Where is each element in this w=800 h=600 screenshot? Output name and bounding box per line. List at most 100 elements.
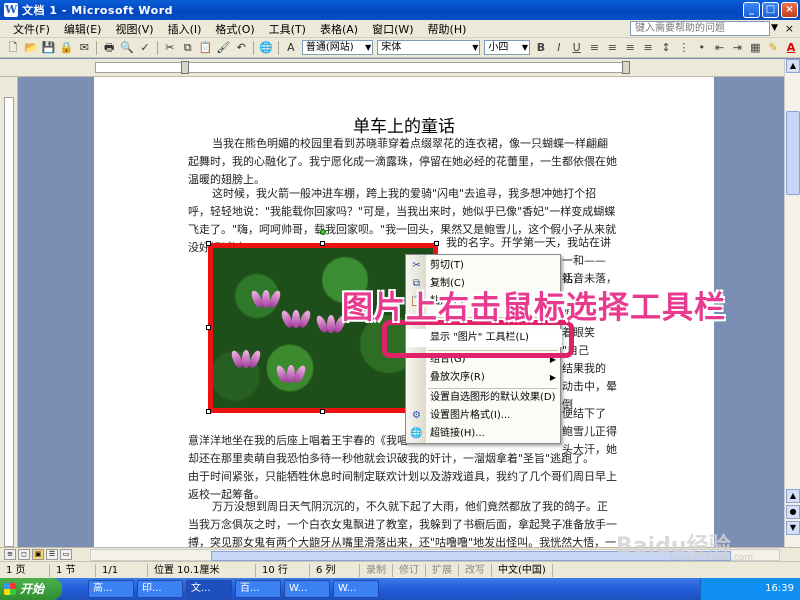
save-icon[interactable]: 💾 bbox=[41, 40, 57, 56]
taskbar-item[interactable]: 百... bbox=[235, 580, 281, 598]
resize-handle[interactable] bbox=[206, 325, 211, 330]
menu-view[interactable]: 视图(V) bbox=[108, 21, 160, 37]
copy-icon[interactable]: ⧉ bbox=[180, 40, 196, 56]
status-language: 中文(中国) bbox=[492, 563, 553, 577]
context-item-order[interactable]: 叠放次序(R) ▶ bbox=[406, 369, 562, 387]
menu-format[interactable]: 格式(O) bbox=[208, 21, 261, 37]
menu-tools[interactable]: 工具(T) bbox=[262, 21, 313, 37]
print-view-button[interactable]: ▣ bbox=[32, 549, 44, 560]
resize-handle[interactable] bbox=[206, 241, 211, 246]
rotate-handle[interactable] bbox=[320, 229, 326, 235]
undo-icon[interactable]: ↶ bbox=[233, 40, 249, 56]
help-search-input[interactable]: 键入需要帮助的问题 bbox=[630, 21, 770, 36]
menu-help[interactable]: 帮助(H) bbox=[421, 21, 474, 37]
status-extend[interactable]: 扩展 bbox=[426, 563, 459, 577]
align-left-icon[interactable]: ≡ bbox=[587, 41, 603, 54]
right-indent-marker[interactable] bbox=[622, 61, 630, 74]
justify-icon[interactable]: ≡ bbox=[640, 41, 656, 54]
menu-file[interactable]: 文件(F) bbox=[6, 21, 57, 37]
paragraph-fragment: 结果我的 bbox=[562, 362, 606, 375]
paragraph: 意洋洋地坐在我的后座上唱着王宇春的《我唱 bbox=[188, 434, 408, 447]
highlight-icon[interactable]: ✎ bbox=[765, 41, 781, 54]
bullets-icon[interactable]: • bbox=[694, 41, 710, 54]
resize-handle[interactable] bbox=[320, 409, 325, 414]
italic-button[interactable]: I bbox=[551, 41, 567, 54]
next-page-icon[interactable]: ▼ bbox=[786, 521, 800, 535]
font-color-button[interactable]: A bbox=[783, 41, 799, 54]
line-spacing-icon[interactable]: ↕ bbox=[658, 41, 674, 54]
underline-button[interactable]: U bbox=[569, 41, 585, 54]
align-center-icon[interactable]: ≡ bbox=[604, 41, 620, 54]
close-button[interactable]: × bbox=[781, 2, 798, 18]
format-painter-icon[interactable]: 🖌 bbox=[215, 40, 231, 56]
context-item-format-picture[interactable]: ⚙ 设置图片格式(I)... bbox=[406, 407, 562, 425]
border-icon[interactable]: ▦ bbox=[747, 41, 763, 54]
help-dropdown-icon[interactable]: ▼ bbox=[771, 23, 778, 33]
status-record[interactable]: 录制 bbox=[360, 563, 393, 577]
decrease-indent-icon[interactable]: ⇤ bbox=[712, 41, 728, 54]
formatting-toolbar: 🗋 📂 💾 🔒 ✉ 🖶 🔍 ✓ ✂ ⧉ 📋 🖌 ↶ 🌐 A 普通(网站) ▼ 宋… bbox=[0, 38, 800, 58]
menu-window[interactable]: 窗口(W) bbox=[365, 21, 420, 37]
bold-button[interactable]: B bbox=[533, 41, 549, 54]
menu-insert[interactable]: 插入(I) bbox=[161, 21, 209, 37]
menu-table[interactable]: 表格(A) bbox=[313, 21, 365, 37]
font-size-select[interactable]: 小四 ▼ bbox=[484, 40, 531, 55]
taskbar-item[interactable]: W... bbox=[284, 580, 330, 598]
numbering-icon[interactable]: ⋮ bbox=[676, 41, 692, 54]
paragraph-fragment: 鲍雪儿正得 bbox=[562, 425, 617, 438]
paste-icon[interactable]: 📋 bbox=[198, 40, 214, 56]
hyperlink-icon[interactable]: 🌐 bbox=[258, 40, 274, 56]
outline-view-button[interactable]: ☰ bbox=[46, 549, 58, 560]
status-line: 10 行 bbox=[256, 563, 310, 577]
permission-icon[interactable]: 🔒 bbox=[59, 40, 75, 56]
resize-handle[interactable] bbox=[434, 241, 439, 246]
taskbar-item[interactable]: W... bbox=[333, 580, 379, 598]
new-document-icon[interactable]: 🗋 bbox=[5, 40, 21, 56]
print-preview-icon[interactable]: 🔍 bbox=[119, 40, 135, 56]
clock[interactable]: 16:39 bbox=[765, 583, 794, 594]
close-document-button[interactable]: × bbox=[785, 22, 794, 35]
spelling-icon[interactable]: ✓ bbox=[137, 40, 153, 56]
web-view-button[interactable]: ◻ bbox=[18, 549, 30, 560]
context-item-label: 设置图片格式(I)... bbox=[430, 410, 511, 421]
status-track-changes[interactable]: 修订 bbox=[393, 563, 426, 577]
word-app-icon[interactable]: W bbox=[4, 3, 18, 17]
font-select[interactable]: 宋体 ▼ bbox=[377, 40, 481, 55]
resize-handle[interactable] bbox=[320, 241, 325, 246]
resize-handle[interactable] bbox=[206, 409, 211, 414]
reading-view-button[interactable]: ▭ bbox=[60, 549, 72, 560]
taskbar-item[interactable]: 高... bbox=[88, 580, 134, 598]
email-icon[interactable]: ✉ bbox=[76, 40, 92, 56]
increase-indent-icon[interactable]: ⇥ bbox=[729, 41, 745, 54]
context-item-default-effect[interactable]: 设置自选图形的默认效果(D) bbox=[406, 389, 562, 407]
scroll-thumb[interactable] bbox=[786, 111, 800, 195]
cut-icon[interactable]: ✂ bbox=[162, 40, 178, 56]
browse-object-icon[interactable]: ● bbox=[786, 505, 800, 519]
start-label: 开始 bbox=[20, 582, 45, 596]
taskbar-item[interactable]: 印... bbox=[137, 580, 183, 598]
scroll-up-icon[interactable]: ▲ bbox=[786, 59, 800, 73]
start-button[interactable]: 开始 bbox=[0, 578, 62, 600]
document-title: 单车上的童话 bbox=[353, 117, 455, 137]
context-item-cut[interactable]: ✂ 剪切(T) bbox=[406, 257, 562, 275]
minimize-button[interactable]: _ bbox=[743, 2, 760, 18]
styles-pane-icon[interactable]: A bbox=[283, 40, 299, 56]
lotus-flower bbox=[229, 348, 263, 369]
previous-page-icon[interactable]: ▲ bbox=[786, 489, 800, 503]
maximize-button[interactable]: □ bbox=[762, 2, 779, 18]
style-select[interactable]: 普通(网站) ▼ bbox=[301, 40, 374, 55]
toolbar-separator bbox=[156, 40, 158, 55]
taskbar-item[interactable]: 文... bbox=[186, 580, 232, 598]
style-select-value: 普通(网站) bbox=[305, 42, 354, 53]
indent-marker[interactable] bbox=[181, 61, 189, 74]
normal-view-button[interactable]: ≡ bbox=[4, 549, 16, 560]
menu-edit[interactable]: 编辑(E) bbox=[57, 21, 109, 37]
context-item-hyperlink[interactable]: 🌐 超链接(H)... bbox=[406, 425, 562, 443]
vertical-scrollbar[interactable]: ▲ ▲ ● ▼ bbox=[784, 59, 800, 547]
menu-bar: 文件(F) 编辑(E) 视图(V) 插入(I) 格式(O) 工具(T) 表格(A… bbox=[0, 20, 800, 38]
align-right-icon[interactable]: ≡ bbox=[622, 41, 638, 54]
submenu-arrow-icon: ▶ bbox=[549, 373, 556, 382]
open-folder-icon[interactable]: 📂 bbox=[23, 40, 39, 56]
print-icon[interactable]: 🖶 bbox=[101, 40, 117, 56]
status-overtype[interactable]: 改写 bbox=[459, 563, 492, 577]
